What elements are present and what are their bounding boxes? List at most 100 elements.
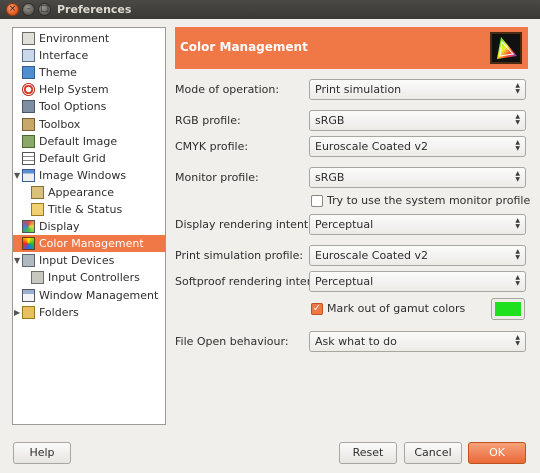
display-rendering-intent-label: Display rendering intent: xyxy=(175,218,312,231)
rgb-profile-select[interactable]: sRGB ▲ ▼ xyxy=(309,110,526,131)
display-rendering-intent-select[interactable]: Perceptual ▲ ▼ xyxy=(309,214,526,235)
rgb-profile-label: RGB profile: xyxy=(175,114,241,127)
sidebar-item-label: Color Management xyxy=(39,237,144,251)
sidebar-item-label: Appearance xyxy=(48,185,115,199)
cmyk-profile-select[interactable]: Euroscale Coated v2 ▲ ▼ xyxy=(309,136,526,157)
reset-button[interactable]: Reset xyxy=(339,442,397,464)
section-title: Color Management xyxy=(180,40,308,54)
interface-icon xyxy=(22,49,35,63)
system-monitor-profile-checkbox[interactable] xyxy=(311,195,323,207)
combo-arrows-icon: ▲ ▼ xyxy=(515,170,520,183)
preferences-window: × – □ Preferences Environment Interface Th… xyxy=(0,0,540,473)
minimize-window-button[interactable]: – xyxy=(22,3,35,16)
mode-of-operation-value: Print simulation xyxy=(315,83,402,96)
sidebar-item[interactable]: Help System xyxy=(13,81,165,98)
default-image-icon xyxy=(22,134,35,148)
mode-of-operation-select[interactable]: Print simulation ▲ ▼ xyxy=(309,79,526,100)
sidebar-item[interactable]: Display xyxy=(13,218,165,235)
sidebar-item-label: Toolbox xyxy=(39,117,81,131)
combo-arrows-icon: ▲ ▼ xyxy=(515,217,520,230)
combo-arrows-icon: ▲ ▼ xyxy=(515,248,520,261)
sidebar-item-label: Theme xyxy=(39,66,77,80)
monitor-profile-label: Monitor profile: xyxy=(175,171,259,184)
sidebar-item[interactable]: Title & Status xyxy=(13,201,165,218)
file-open-behaviour-select[interactable]: Ask what to do ▲ ▼ xyxy=(309,331,526,352)
expander-collapsed-icon[interactable]: ▶ xyxy=(14,308,20,317)
maximize-window-button[interactable]: □ xyxy=(38,3,51,16)
window-management-icon xyxy=(22,288,35,302)
default-grid-icon xyxy=(22,151,35,165)
file-open-behaviour-label: File Open behaviour: xyxy=(175,335,289,348)
ok-button[interactable]: OK xyxy=(468,442,526,464)
sidebar-item-label: Input Devices xyxy=(39,254,115,268)
sidebar-item[interactable]: Theme xyxy=(13,64,165,81)
display-rendering-intent-value: Perceptual xyxy=(315,218,374,231)
sidebar-item-label: Image Windows xyxy=(39,168,127,182)
softproof-rendering-intent-select[interactable]: Perceptual ▲ ▼ xyxy=(309,271,526,292)
color-management-icon xyxy=(22,237,35,251)
mode-of-operation-label: Mode of operation: xyxy=(175,83,280,96)
sidebar-item-label: Interface xyxy=(39,49,89,63)
sidebar-item-label: Default Image xyxy=(39,134,118,148)
combo-arrows-icon: ▲ ▼ xyxy=(515,139,520,152)
folders-icon xyxy=(22,305,35,319)
sidebar-item[interactable]: ▶ Folders xyxy=(13,304,165,321)
sidebar-item[interactable]: ▼ Image Windows xyxy=(13,167,165,184)
expander-expanded-icon[interactable]: ▼ xyxy=(14,171,20,180)
mark-out-of-gamut-checkbox[interactable]: ✓ xyxy=(311,303,323,315)
print-simulation-profile-label: Print simulation profile: xyxy=(175,249,304,262)
print-simulation-profile-value: Euroscale Coated v2 xyxy=(315,249,428,262)
sidebar-item[interactable]: Window Management xyxy=(13,287,165,304)
rgb-profile-value: sRGB xyxy=(315,114,345,127)
sidebar-item[interactable]: Color Management xyxy=(13,235,165,253)
help-system-icon xyxy=(22,83,35,97)
environment-icon xyxy=(22,32,35,45)
sidebar-item[interactable]: Default Grid xyxy=(13,150,165,167)
preferences-category-tree[interactable]: Environment Interface Theme Help System Tool… xyxy=(12,27,166,425)
display-icon xyxy=(22,220,35,234)
sidebar-item[interactable]: Tool Options xyxy=(13,98,165,115)
close-window-button[interactable]: × xyxy=(6,3,19,16)
sidebar-item-label: Input Controllers xyxy=(48,271,140,285)
sidebar-item-label: Title & Status xyxy=(48,203,123,216)
cancel-button[interactable]: Cancel xyxy=(404,442,462,464)
gamut-color-swatch xyxy=(495,302,521,316)
sidebar-item-label: Environment xyxy=(39,32,110,45)
combo-arrows-icon: ▲ ▼ xyxy=(515,113,520,126)
help-button[interactable]: Help xyxy=(13,442,71,464)
monitor-profile-select[interactable]: sRGB ▲ ▼ xyxy=(309,167,526,188)
combo-arrows-icon: ▲ ▼ xyxy=(515,82,520,95)
cmyk-profile-value: Euroscale Coated v2 xyxy=(315,140,428,153)
sidebar-item[interactable]: Environment xyxy=(13,30,165,47)
sidebar-item-label: Window Management xyxy=(39,288,159,302)
softproof-rendering-intent-label: Softproof rendering intent: xyxy=(175,275,322,288)
input-controllers-icon xyxy=(31,271,44,285)
cmyk-profile-label: CMYK profile: xyxy=(175,140,249,153)
expander-expanded-icon[interactable]: ▼ xyxy=(14,256,20,265)
sidebar-item[interactable]: Appearance xyxy=(13,184,165,201)
mark-out-of-gamut-label: Mark out of gamut colors xyxy=(327,302,466,315)
sidebar-item[interactable]: Toolbox xyxy=(13,116,165,133)
title-bar: × – □ Preferences xyxy=(0,0,540,19)
combo-arrows-icon: ▲ ▼ xyxy=(515,334,520,347)
sidebar-item[interactable]: Input Controllers xyxy=(13,269,165,286)
theme-icon xyxy=(22,66,35,80)
softproof-rendering-intent-value: Perceptual xyxy=(315,275,374,288)
gamut-color-button[interactable] xyxy=(491,298,525,320)
sidebar-item[interactable]: ▼ Input Devices xyxy=(13,252,165,269)
system-monitor-profile-label: Try to use the system monitor profile xyxy=(327,194,531,207)
combo-arrows-icon: ▲ ▼ xyxy=(515,274,520,287)
sidebar-item-label: Help System xyxy=(39,83,109,97)
sidebar-item[interactable]: Interface xyxy=(13,47,165,64)
sidebar-item-label: Folders xyxy=(39,305,79,319)
image-windows-icon xyxy=(22,168,35,182)
input-devices-icon xyxy=(22,254,35,268)
print-simulation-profile-select[interactable]: Euroscale Coated v2 ▲ ▼ xyxy=(309,245,526,266)
color-management-icon xyxy=(490,32,522,64)
appearance-icon xyxy=(31,185,44,199)
sidebar-item[interactable]: Default Image xyxy=(13,133,165,150)
sidebar-item-label: Display xyxy=(39,220,80,234)
file-open-behaviour-value: Ask what to do xyxy=(315,335,397,348)
sidebar-item-label: Default Grid xyxy=(39,151,106,165)
monitor-profile-value: sRGB xyxy=(315,171,345,184)
